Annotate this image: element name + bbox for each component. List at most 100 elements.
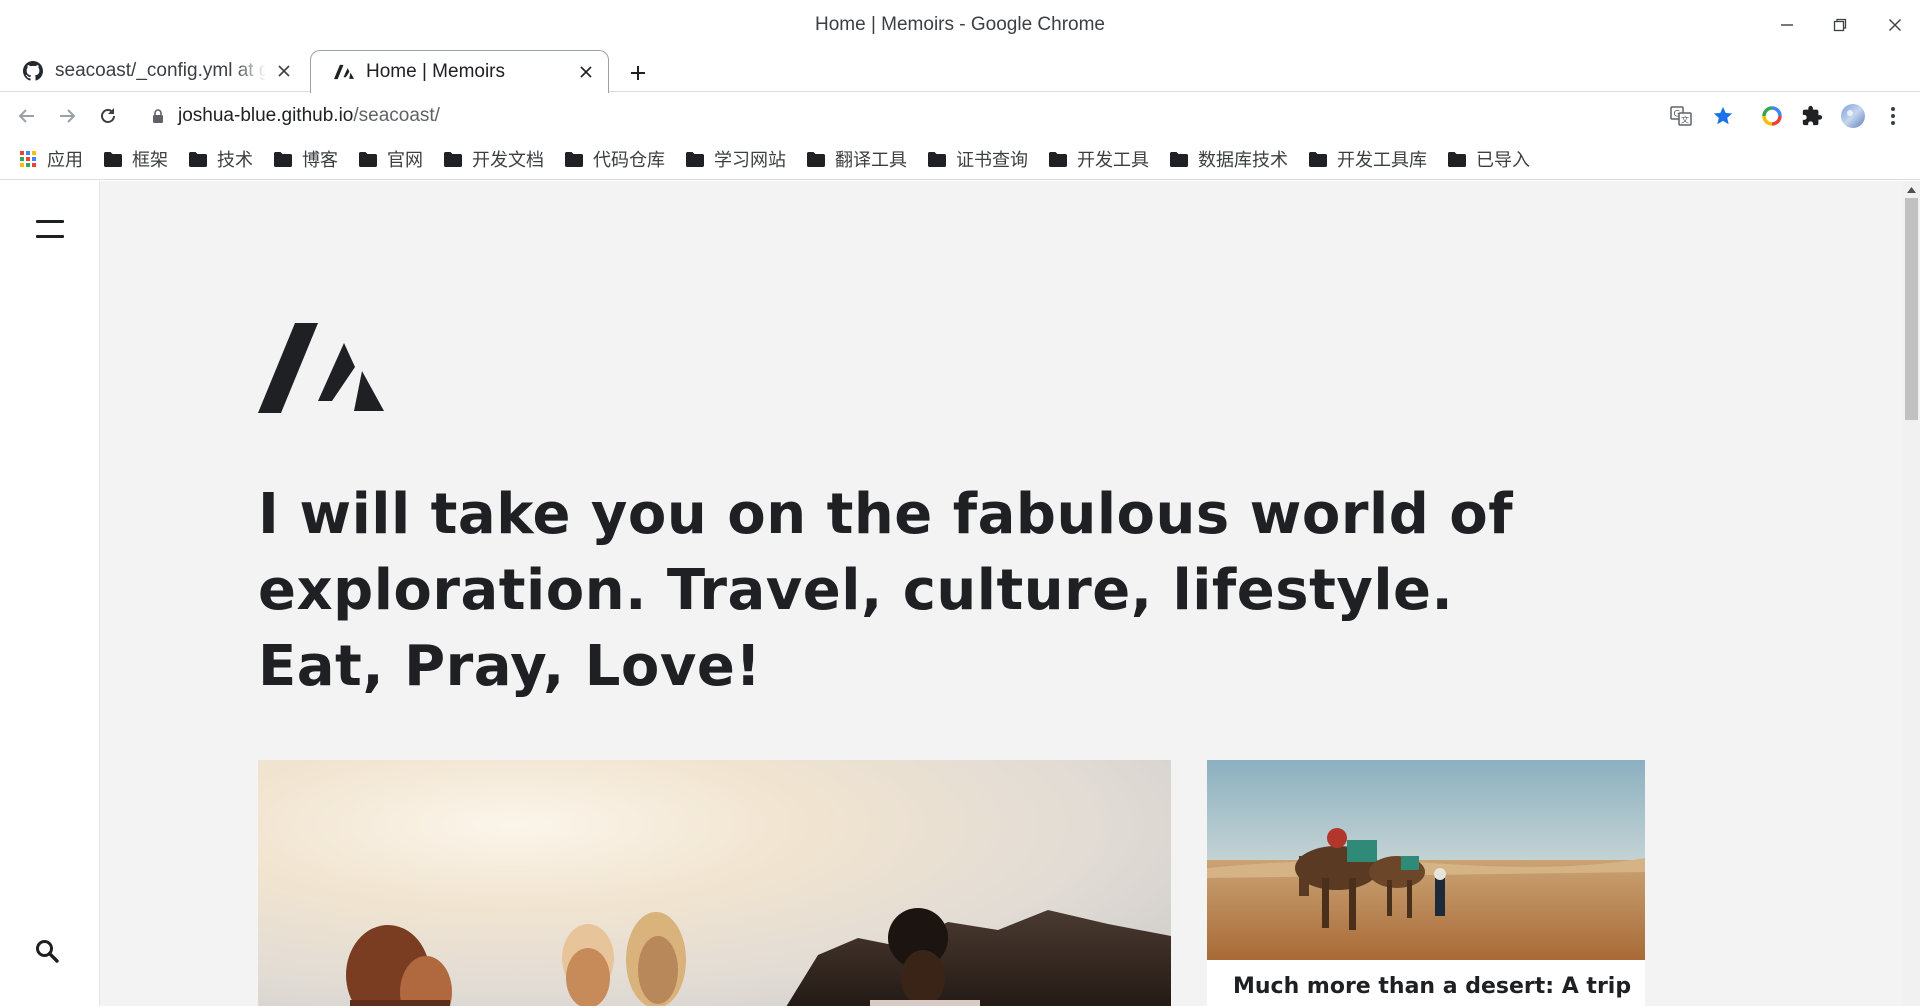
scrollbar-thumb[interactable]	[1905, 198, 1918, 420]
translate-button[interactable]: G文	[1666, 101, 1696, 131]
chrome-menu-button[interactable]	[1878, 101, 1908, 131]
tab-strip: seacoast/_config.yml at gh Home | Memoir…	[0, 46, 1920, 93]
bookmarks-bar: 应用 框架 技术 博客 官网 开发文档 代码仓库 学习网站 翻译工具 证书查询 …	[0, 139, 1920, 180]
lock-icon[interactable]	[148, 106, 168, 126]
close-icon	[1889, 19, 1901, 31]
folder-icon	[103, 150, 123, 168]
reload-button[interactable]	[93, 101, 123, 131]
bookmark-label: 框架	[132, 150, 168, 170]
bookmark-folder[interactable]: 数据库技术	[1169, 143, 1297, 175]
star-icon	[1713, 106, 1733, 125]
bookmark-star-button[interactable]	[1708, 101, 1738, 131]
bookmark-folder[interactable]: 框架	[103, 143, 177, 175]
bookmark-folder[interactable]: 翻译工具	[806, 143, 916, 175]
main-content: I will take you on the fabulous world of…	[100, 181, 1903, 1006]
bookmark-folder[interactable]: 开发工具库	[1308, 143, 1436, 175]
bookmark-label: 已导入	[1476, 150, 1530, 170]
bookmark-label: 开发文档	[472, 150, 544, 170]
memoirs-logo-icon	[333, 61, 355, 83]
tab-label: seacoast/_config.yml at gh	[55, 60, 266, 81]
bookmark-label: 应用	[47, 150, 83, 170]
restore-button[interactable]	[1820, 8, 1860, 42]
bookmark-label: 代码仓库	[593, 150, 665, 170]
back-button[interactable]	[12, 101, 42, 131]
menu-toggle-button[interactable]	[36, 218, 64, 240]
folder-icon	[806, 150, 826, 168]
forward-arrow-icon	[60, 109, 76, 123]
url-host: joshua-blue.github.io	[178, 105, 354, 126]
tab-github-config[interactable]: seacoast/_config.yml at gh	[0, 50, 306, 92]
folder-icon	[927, 150, 947, 168]
folder-icon	[273, 150, 293, 168]
memoirs-logo[interactable]	[258, 323, 384, 413]
window-title: Home | Memoirs - Google Chrome	[814, 14, 1106, 35]
page-viewport: I will take you on the fabulous world of…	[0, 181, 1920, 1006]
bookmark-folder[interactable]: 技术	[188, 143, 262, 175]
featured-post-image[interactable]	[258, 760, 1171, 1006]
bookmark-label: 学习网站	[714, 150, 786, 170]
folder-icon	[1169, 150, 1189, 168]
bookmark-folder[interactable]: 学习网站	[685, 143, 795, 175]
bookmark-folder[interactable]: 代码仓库	[564, 143, 674, 175]
hero-heading: I will take you on the fabulous world of…	[258, 482, 1514, 699]
reload-icon	[101, 108, 115, 123]
folder-icon	[1308, 150, 1328, 168]
colorful-ring-icon	[1762, 106, 1782, 126]
restore-icon	[1833, 18, 1847, 32]
puzzle-icon	[1802, 105, 1823, 126]
site-sidebar	[0, 181, 100, 1006]
more-vertical-icon	[1891, 107, 1895, 125]
extension-circle-button[interactable]	[1757, 101, 1787, 131]
browser-toolbar: joshua-blue.github.io/seacoast/ G文	[0, 93, 1920, 139]
folder-icon	[685, 150, 705, 168]
folder-icon	[1447, 150, 1467, 168]
hamburger-icon-line	[36, 220, 64, 223]
bookmark-label: 开发工具	[1077, 150, 1149, 170]
tab-home-memoirs[interactable]: Home | Memoirs	[310, 50, 609, 93]
new-tab-button[interactable]	[623, 58, 653, 88]
translate-icon: G文	[1670, 106, 1692, 126]
folder-icon	[358, 150, 378, 168]
bookmark-folder[interactable]: 官网	[358, 143, 432, 175]
svg-text:文: 文	[1681, 115, 1689, 125]
folder-icon	[564, 150, 584, 168]
bookmark-label: 技术	[217, 150, 253, 170]
post-card-title[interactable]: Much more than a desert: A trip	[1233, 974, 1631, 999]
close-tab-icon[interactable]	[574, 60, 598, 84]
bookmark-folder[interactable]: 已导入	[1447, 143, 1539, 175]
page-scrollbar[interactable]	[1903, 181, 1920, 1006]
close-tab-icon[interactable]	[272, 59, 296, 83]
bookmark-apps[interactable]: 应用	[18, 143, 92, 175]
folder-icon	[188, 150, 208, 168]
url-path: /seacoast/	[353, 105, 440, 126]
bookmark-folder[interactable]: 证书查询	[927, 143, 1037, 175]
back-arrow-icon	[18, 109, 34, 123]
folder-icon	[1048, 150, 1068, 168]
bookmark-label: 数据库技术	[1198, 150, 1288, 170]
extensions-button[interactable]	[1797, 101, 1827, 131]
github-icon	[22, 60, 44, 82]
search-icon[interactable]	[34, 938, 60, 964]
bookmark-label: 官网	[387, 150, 423, 170]
address-bar[interactable]: joshua-blue.github.io/seacoast/	[140, 98, 1660, 134]
bookmark-folder[interactable]: 博客	[273, 143, 347, 175]
tab-label: Home | Memoirs	[366, 61, 506, 82]
avatar-icon	[1841, 104, 1865, 128]
bookmark-label: 开发工具库	[1337, 150, 1427, 170]
hamburger-icon-line	[36, 235, 64, 238]
minimize-icon	[1781, 24, 1793, 26]
window-title-bar: Home | Memoirs - Google Chrome	[0, 0, 1920, 44]
post-card-body[interactable]: Much more than a desert: A trip	[1207, 960, 1645, 1006]
bookmark-folder[interactable]: 开发文档	[443, 143, 553, 175]
bookmark-label: 证书查询	[956, 150, 1028, 170]
post-card-image[interactable]	[1207, 760, 1645, 960]
profile-avatar-button[interactable]	[1838, 101, 1868, 131]
folder-icon	[443, 150, 463, 168]
minimize-button[interactable]	[1767, 8, 1807, 42]
plus-icon	[631, 66, 645, 80]
bookmark-label: 博客	[302, 150, 338, 170]
bookmark-folder[interactable]: 开发工具	[1048, 143, 1158, 175]
close-window-button[interactable]	[1875, 8, 1915, 42]
scroll-up-arrow-icon[interactable]	[1903, 181, 1920, 198]
forward-button[interactable]	[52, 101, 82, 131]
